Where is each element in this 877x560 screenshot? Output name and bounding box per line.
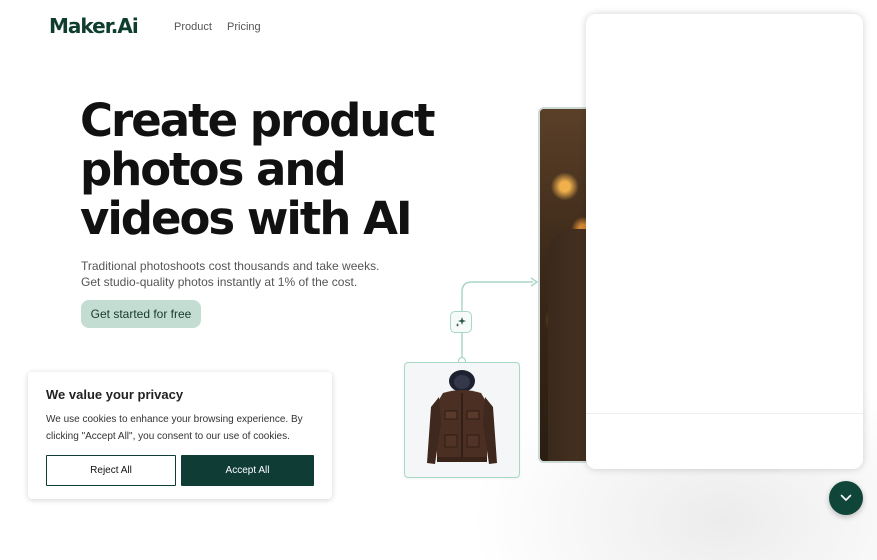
- cookie-title: We value your privacy: [46, 387, 184, 402]
- chat-toggle-button[interactable]: [829, 481, 863, 515]
- hero-title: Create product photos and videos with AI: [80, 94, 436, 245]
- logo[interactable]: Maker.Ai: [49, 14, 139, 38]
- hero-subtitle-line: Get studio-quality photos instantly at 1…: [81, 275, 358, 289]
- nav-pricing-link[interactable]: Pricing: [227, 21, 261, 33]
- accept-all-button[interactable]: Accept All: [181, 455, 314, 486]
- cookie-description: We use cookies to enhance your browsing …: [46, 414, 303, 442]
- overlay-panel: [586, 14, 863, 469]
- chevron-down-icon: [840, 494, 852, 501]
- cookie-consent-banner: We value your privacy We use cookies to …: [28, 372, 332, 499]
- jacket-icon: [427, 370, 497, 464]
- product-jacket-image: [404, 362, 520, 478]
- nav-product-link[interactable]: Product: [174, 21, 212, 33]
- sparkle-icon: [450, 311, 472, 333]
- hero-subtitle-line: Traditional photoshoots cost thousands a…: [81, 259, 380, 273]
- overlay-panel-footer: [586, 413, 863, 469]
- get-started-button[interactable]: Get started for free: [81, 300, 201, 328]
- reject-all-button[interactable]: Reject All: [46, 455, 176, 486]
- hero-subtitle: Traditional photoshoots cost thousands a…: [81, 258, 411, 290]
